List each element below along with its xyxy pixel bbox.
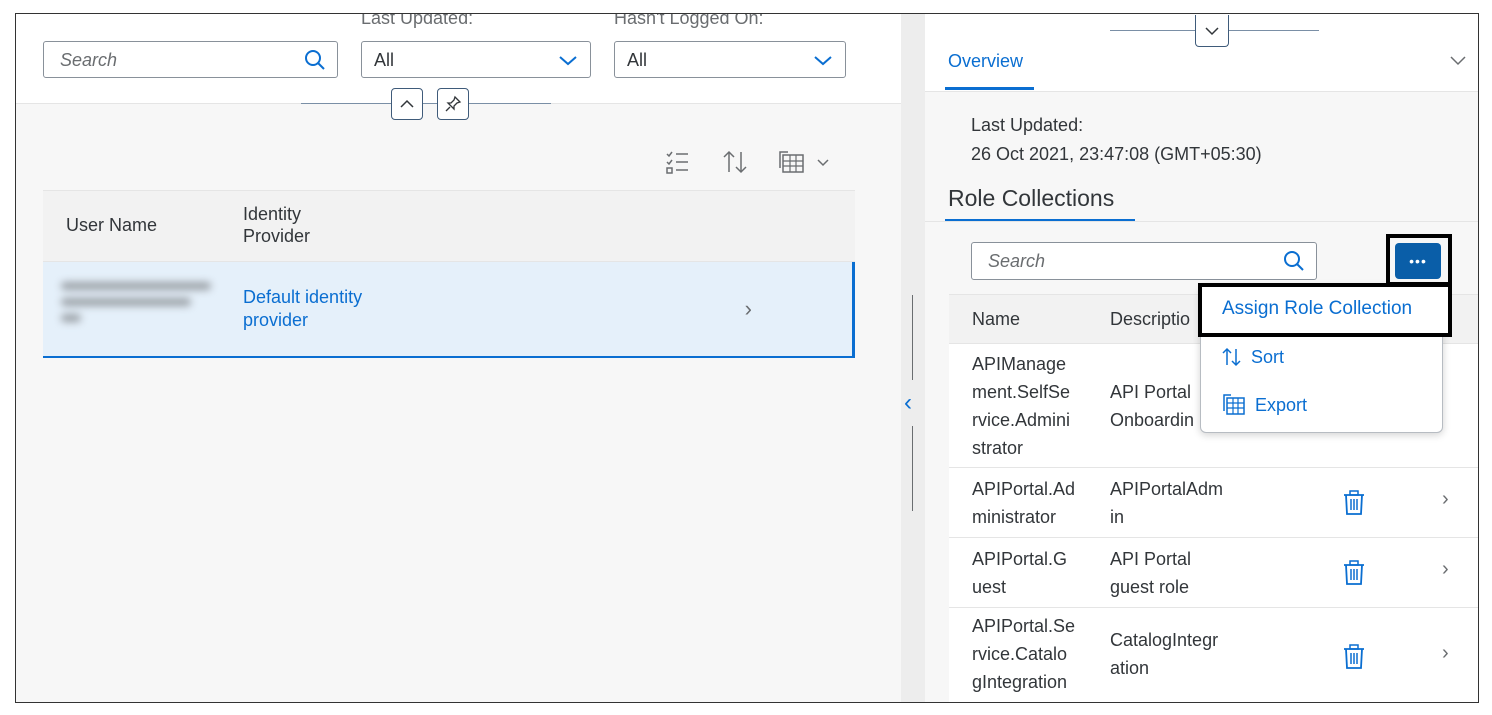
chevron-up-icon — [400, 99, 414, 108]
role-name: APIPortal.Se rvice.Catalo gIntegration — [972, 612, 1075, 696]
role-description-line: APIPortalAdm — [1110, 479, 1224, 499]
role-name-line: APIPortal.Se — [972, 616, 1076, 636]
col-identity-provider-line1: Identity — [243, 204, 302, 224]
role-description-line: in — [1110, 507, 1125, 527]
role-name-line: ment.SelfSe — [972, 382, 1071, 402]
chevron-down-icon[interactable] — [1448, 50, 1468, 70]
role-name-line: rvice.Admini — [972, 410, 1071, 430]
role-name-line: APIPortal.Ad — [972, 479, 1076, 499]
multi-select-icon[interactable] — [664, 148, 692, 176]
role-name-line: strator — [972, 438, 1024, 458]
header-collapse-line — [301, 103, 551, 104]
last-updated-value: 26 Oct 2021, 23:47:08 (GMT+05:30) — [971, 144, 1262, 164]
role-description: API Portal Onboardin — [1110, 378, 1194, 434]
chevron-left-icon[interactable]: ‹ — [904, 389, 912, 417]
menu-item-export-label: Export — [1255, 394, 1308, 415]
section-title-role-collections: Role Collections — [948, 185, 1115, 211]
expand-header-button[interactable] — [1195, 15, 1229, 47]
identity-provider-line2: provider — [243, 310, 309, 330]
role-name-line: APIManage — [972, 354, 1067, 374]
last-updated-select[interactable]: All — [361, 41, 591, 78]
role-name-line: rvice.Catalo — [972, 644, 1068, 664]
col-identity-provider-line2: Provider — [243, 226, 311, 246]
user-search-input[interactable]: Search — [43, 41, 338, 78]
chevron-down-icon — [1205, 26, 1219, 35]
role-description-line: ation — [1110, 658, 1150, 678]
role-description-line: CatalogIntegr — [1110, 630, 1219, 650]
menu-item-export[interactable]: Export — [1221, 392, 1307, 418]
role-name-line: uest — [972, 577, 1007, 597]
search-placeholder: Search — [60, 50, 118, 70]
tab-overview[interactable]: Overview — [948, 51, 1023, 72]
last-updated-value: All — [374, 50, 395, 70]
hasnt-logged-value: All — [627, 50, 648, 70]
role-description-line: Onboardin — [1110, 410, 1195, 430]
delete-icon[interactable] — [1342, 490, 1366, 516]
table-row[interactable]: APIPortal.Ad ministrator APIPortalAdm in… — [949, 468, 1478, 538]
menu-item-sort-label: Sort — [1251, 346, 1285, 367]
tab-overview-indicator — [945, 87, 1034, 90]
hasnt-logged-filter-label: Hasn't Logged On: — [614, 13, 764, 28]
last-updated-label: Last Updated: — [971, 115, 1084, 135]
collapse-header-button[interactable] — [391, 88, 423, 120]
hasnt-logged-select[interactable]: All — [614, 41, 846, 78]
header-line-left — [1110, 30, 1195, 31]
col-user-name: User Name — [66, 215, 158, 235]
role-name: APIPortal.Ad ministrator — [972, 475, 1075, 531]
role-name-line: ministrator — [972, 507, 1057, 527]
panel-splitter[interactable]: ‹ — [901, 14, 925, 702]
splitter-bar-bottom — [912, 426, 913, 511]
more-options-button[interactable]: ••• — [1395, 243, 1441, 279]
sort-icon[interactable] — [721, 148, 749, 176]
role-search-input[interactable]: Search — [971, 242, 1317, 280]
users-table: User Name Identity Provider Default iden… — [43, 190, 855, 358]
delete-icon[interactable] — [1342, 560, 1366, 586]
role-description: CatalogIntegr ation — [1110, 626, 1218, 682]
users-table-header: User Name Identity Provider — [43, 190, 855, 262]
chevron-right-icon[interactable]: › — [1442, 642, 1449, 665]
role-name: APIManage ment.SelfSe rvice.Admini strat… — [972, 350, 1070, 462]
pin-header-button[interactable] — [437, 88, 469, 120]
role-description: APIPortalAdm in — [1110, 475, 1223, 531]
col-description: Descriptio — [1110, 309, 1191, 329]
col-name: Name — [972, 309, 1021, 329]
table-row[interactable]: APIPortal.Se rvice.Catalo gIntegration C… — [949, 608, 1478, 702]
section-separator — [925, 221, 1478, 222]
role-name: APIPortal.G uest — [972, 545, 1067, 601]
role-description-line: guest role — [1110, 577, 1190, 597]
pin-icon — [445, 95, 462, 112]
users-panel: Search Last Updated: All Hasn't Logged O… — [16, 14, 901, 702]
identity-provider-link[interactable]: Default identity provider — [243, 286, 362, 332]
table-row[interactable]: Default identity provider › — [43, 262, 855, 358]
search-placeholder: Search — [988, 251, 1046, 271]
splitter-bar-top — [912, 295, 913, 380]
last-updated-filter-label: Last Updated: — [361, 13, 474, 28]
table-row[interactable]: APIPortal.G uest API Portal guest role › — [949, 538, 1478, 608]
role-name-line: gIntegration — [972, 672, 1068, 692]
chevron-right-icon[interactable]: › — [1442, 488, 1449, 511]
identity-provider-line1: Default identity — [243, 287, 363, 307]
menu-item-assign-role-collection[interactable]: Assign Role Collection — [1198, 283, 1452, 337]
menu-item-assign-label: Assign Role Collection — [1222, 298, 1413, 319]
delete-icon[interactable] — [1342, 644, 1366, 670]
col-identity-provider: Identity Provider — [243, 203, 310, 247]
export-menu-icon[interactable] — [778, 148, 834, 176]
search-icon[interactable] — [1282, 249, 1306, 273]
blurred-user-name — [61, 274, 211, 344]
role-description-line: API Portal — [1110, 382, 1192, 402]
role-name-line: APIPortal.G — [972, 549, 1068, 569]
chevron-right-icon[interactable]: › — [1442, 558, 1449, 581]
chevron-down-icon — [559, 56, 577, 66]
search-icon[interactable] — [303, 48, 327, 72]
chevron-down-icon — [814, 56, 832, 66]
detail-header: Overview — [925, 14, 1478, 92]
header-line-right — [1229, 30, 1319, 31]
role-description-line: API Portal — [1110, 549, 1192, 569]
chevron-right-icon[interactable]: › — [745, 296, 752, 322]
export-icon — [1223, 394, 1245, 415]
role-description: API Portal guest role — [1110, 545, 1191, 601]
sort-icon — [1222, 347, 1241, 367]
menu-item-sort[interactable]: Sort — [1221, 346, 1284, 368]
